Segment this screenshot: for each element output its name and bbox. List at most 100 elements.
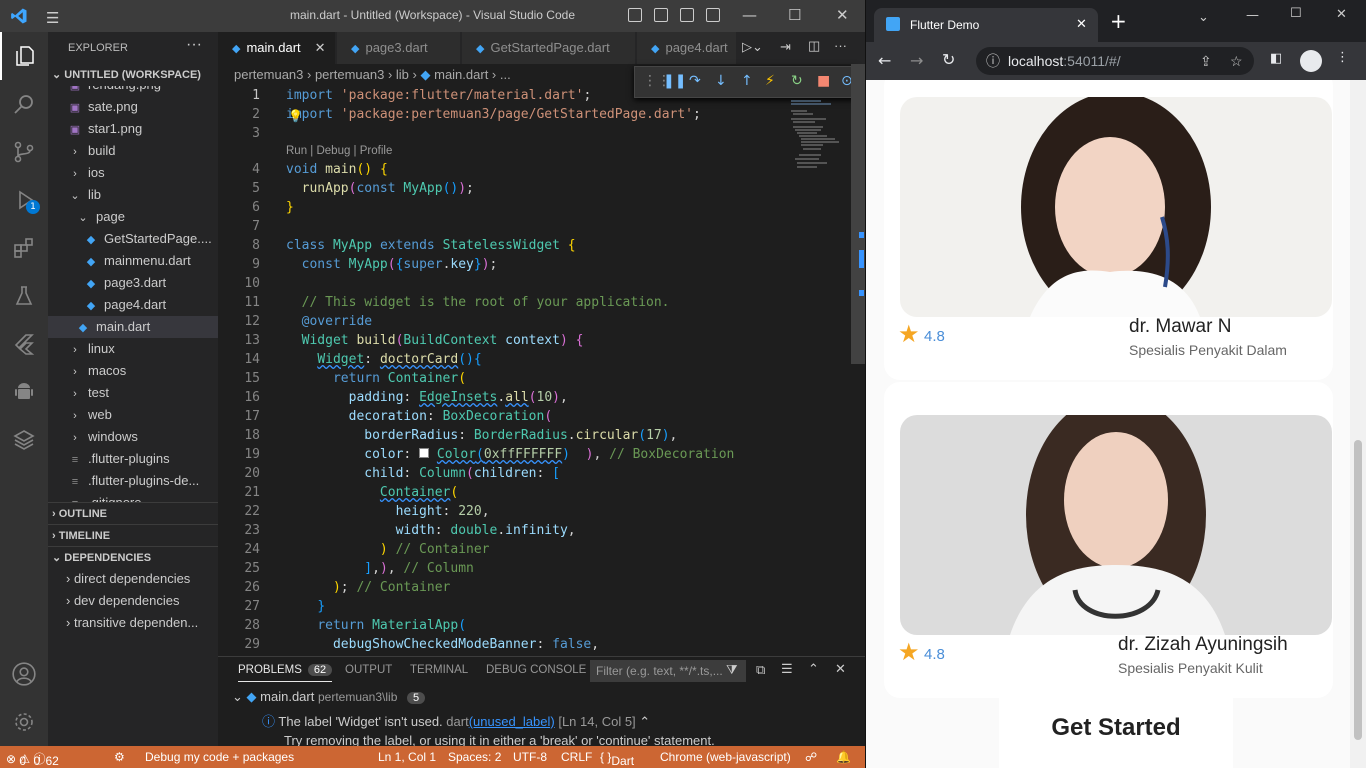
- crumb-item[interactable]: lib: [396, 67, 409, 82]
- notifications-bell-icon[interactable]: 🔔: [836, 750, 851, 764]
- editor-scrollbar[interactable]: [851, 64, 865, 656]
- code-editor[interactable]: 1 2 3 Run | Debug | Profile 4 5 6 7 8 9 …: [218, 86, 851, 656]
- filter-icon[interactable]: ⧩: [726, 662, 738, 678]
- address-bar[interactable]: ⓘ localhost:54011/#/ ⇪ ☆: [976, 47, 1254, 75]
- file-tree-item[interactable]: › linux: [48, 338, 218, 360]
- file-tree-item[interactable]: ▣ star1.png: [48, 118, 218, 140]
- file-tree-item[interactable]: ◆ page4.dart: [48, 294, 218, 316]
- file-tree-item[interactable]: › windows: [48, 426, 218, 448]
- tab-output[interactable]: OUTPUT: [345, 664, 392, 676]
- open-changes-icon[interactable]: ⇥: [780, 39, 791, 55]
- browser-menu-icon[interactable]: ⋮: [1336, 50, 1349, 65]
- toggle-panel-icon[interactable]: [654, 8, 668, 22]
- back-icon[interactable]: ←: [878, 51, 891, 70]
- language-mode[interactable]: { } Dart: [600, 750, 634, 768]
- browser-tab[interactable]: Flutter Demo ✕: [874, 8, 1098, 42]
- side-panel-icon[interactable]: ◧: [1270, 51, 1282, 66]
- toggle-sidebar-icon[interactable]: [628, 8, 642, 22]
- explorer-icon[interactable]: [0, 32, 48, 80]
- minimap[interactable]: [791, 98, 851, 188]
- tab-problems[interactable]: PROBLEMS 62: [238, 664, 333, 682]
- bookmark-star-icon[interactable]: ☆: [1230, 47, 1243, 75]
- run-file-icon[interactable]: ▷⌄: [742, 39, 763, 55]
- crumb-item[interactable]: ...: [500, 67, 511, 82]
- problem-item[interactable]: ⓘ The label 'Widget' isn't used. dart(un…: [262, 711, 650, 730]
- site-info-icon[interactable]: ⓘ: [986, 47, 1000, 75]
- testing-icon[interactable]: [0, 272, 48, 320]
- outline-section[interactable]: › OUTLINE: [48, 502, 218, 524]
- dep-direct[interactable]: › direct dependencies: [48, 568, 218, 590]
- close-window-icon[interactable]: ✕: [836, 6, 849, 24]
- dep-transitive[interactable]: › transitive dependen...: [48, 612, 218, 634]
- lightbulb-icon[interactable]: 💡: [288, 109, 303, 123]
- indentation[interactable]: Spaces: 2: [448, 750, 501, 764]
- workspace-section[interactable]: ⌄ UNTITLED (WORKSPACE): [48, 64, 218, 86]
- file-tree-item[interactable]: ◆ main.dart: [48, 316, 218, 338]
- file-tree-item[interactable]: ▣ rendang.png: [48, 86, 218, 96]
- close-panel-icon[interactable]: ✕: [835, 661, 846, 677]
- flutter-icon[interactable]: [0, 320, 48, 368]
- maximize-icon[interactable]: ☐: [788, 6, 801, 24]
- problem-file-row[interactable]: ⌄ ◆ main.dart pertemuan3\lib 5: [232, 689, 426, 705]
- crumb-item[interactable]: main.dart: [434, 67, 488, 82]
- file-tree-item[interactable]: › test: [48, 382, 218, 404]
- run-debug-icon[interactable]: 1: [0, 176, 48, 224]
- toggle-secondary-icon[interactable]: [680, 8, 694, 22]
- tab-search-icon[interactable]: ⌄: [1198, 10, 1209, 25]
- file-tree-item[interactable]: › macos: [48, 360, 218, 382]
- cursor-position[interactable]: Ln 1, Col 1: [378, 750, 436, 764]
- customize-layout-icon[interactable]: [706, 8, 720, 22]
- feedback-icon[interactable]: ☍: [805, 750, 817, 764]
- encoding[interactable]: UTF-8: [513, 750, 547, 764]
- problems-status[interactable]: ⊗ 0 ⚠ 0 ⓘ 62: [6, 750, 59, 768]
- file-tree-item[interactable]: ≡ .flutter-plugins: [48, 448, 218, 470]
- timeline-section[interactable]: › TIMELINE: [48, 524, 218, 546]
- view-as-list-icon[interactable]: ☰: [781, 661, 793, 677]
- file-tree-item[interactable]: › web: [48, 404, 218, 426]
- tab-debug-console[interactable]: DEBUG CONSOLE: [486, 664, 586, 676]
- split-editor-icon[interactable]: ◫: [808, 38, 820, 54]
- editor-more-icon[interactable]: ···: [834, 38, 847, 53]
- share-icon[interactable]: ⇪: [1200, 47, 1212, 75]
- tab-page3[interactable]: ◆ page3.dart: [337, 32, 461, 64]
- debug-mode-status[interactable]: Debug my code + packages: [145, 750, 294, 764]
- get-started-button[interactable]: Get Started: [999, 698, 1233, 768]
- chevron-up-icon[interactable]: ⌃: [639, 714, 650, 729]
- tab-page4[interactable]: ◆ page4.dart: [637, 32, 737, 64]
- tab-getstarted[interactable]: ◆ GetStartedPage.dart: [462, 32, 636, 64]
- source-control-icon[interactable]: [0, 128, 48, 176]
- dep-dev[interactable]: › dev dependencies: [48, 590, 218, 612]
- browser-scrollbar[interactable]: [1350, 80, 1366, 768]
- file-tree-item[interactable]: ⌄ page: [48, 206, 218, 228]
- file-tree-item[interactable]: › build: [48, 140, 218, 162]
- file-tree-item[interactable]: ≡ .gitignore: [48, 492, 218, 502]
- minimize-icon[interactable]: —: [742, 6, 757, 24]
- file-tree-item[interactable]: ▣ sate.png: [48, 96, 218, 118]
- search-icon[interactable]: [0, 80, 48, 128]
- tab-main-dart[interactable]: ◆ main.dart ✕: [218, 32, 336, 64]
- file-tree-item[interactable]: › ios: [48, 162, 218, 184]
- device-selector[interactable]: Chrome (web-javascript): [660, 750, 791, 764]
- doctor-card[interactable]: ★ 4.8 dr. Mawar N Spesialis Penyakit Dal…: [884, 80, 1333, 380]
- file-tree-item[interactable]: ◆ GetStartedPage....: [48, 228, 218, 250]
- close-window-icon[interactable]: ✕: [1336, 7, 1347, 22]
- maximize-panel-icon[interactable]: ⌃: [808, 661, 819, 677]
- file-tree-item[interactable]: ◆ mainmenu.dart: [48, 250, 218, 272]
- tab-terminal[interactable]: TERMINAL: [410, 664, 468, 676]
- problem-code-link[interactable]: (unused_label): [469, 714, 555, 729]
- close-tab-icon[interactable]: ✕: [315, 40, 326, 55]
- profile-avatar[interactable]: [1300, 50, 1322, 72]
- crumb-item[interactable]: pertemuan3: [234, 67, 303, 82]
- problems-filter-input[interactable]: Filter (e.g. text, **/*.ts,...: [590, 660, 746, 682]
- more-actions-icon[interactable]: ···: [186, 36, 202, 54]
- reload-icon[interactable]: ↻: [942, 50, 955, 69]
- crumb-item[interactable]: pertemuan3: [315, 67, 384, 82]
- minimize-icon[interactable]: —: [1246, 8, 1259, 23]
- maximize-icon[interactable]: ☐: [1290, 6, 1302, 21]
- new-tab-icon[interactable]: +: [1110, 11, 1127, 31]
- settings-gear-icon[interactable]: [0, 698, 48, 746]
- file-tree-item[interactable]: ≡ .flutter-plugins-de...: [48, 470, 218, 492]
- collapse-all-icon[interactable]: ⧉: [756, 662, 765, 678]
- codelens[interactable]: Run | Debug | Profile: [286, 145, 392, 157]
- debug-status-icon[interactable]: ⚙: [114, 750, 125, 764]
